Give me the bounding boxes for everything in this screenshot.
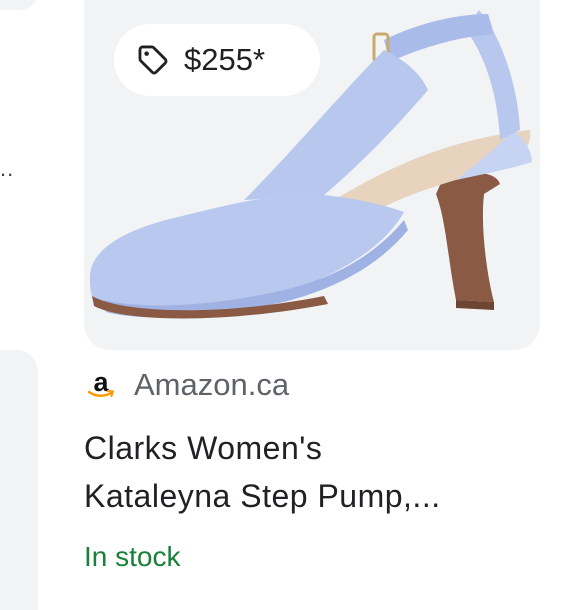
truncated-text-ellipsis: .. <box>0 156 15 181</box>
product-title-line-1: Clarks Women's <box>84 430 323 466</box>
previous-result-card[interactable] <box>0 350 38 610</box>
tag-icon <box>138 45 168 75</box>
amazon-logo-icon: a <box>84 368 118 402</box>
product-title[interactable]: Clarks Women's Kataleyna Step Pump,... <box>84 424 564 520</box>
stock-status: In stock <box>84 541 181 572</box>
product-title-line-2: Kataleyna Step Pump,... <box>84 478 441 514</box>
price-chip: $255* <box>114 24 320 96</box>
previous-card-edge[interactable] <box>0 0 38 10</box>
merchant-name: Amazon.ca <box>134 367 290 402</box>
merchant-row[interactable]: a Amazon.ca <box>84 367 289 403</box>
price-label: $255* <box>184 42 266 77</box>
